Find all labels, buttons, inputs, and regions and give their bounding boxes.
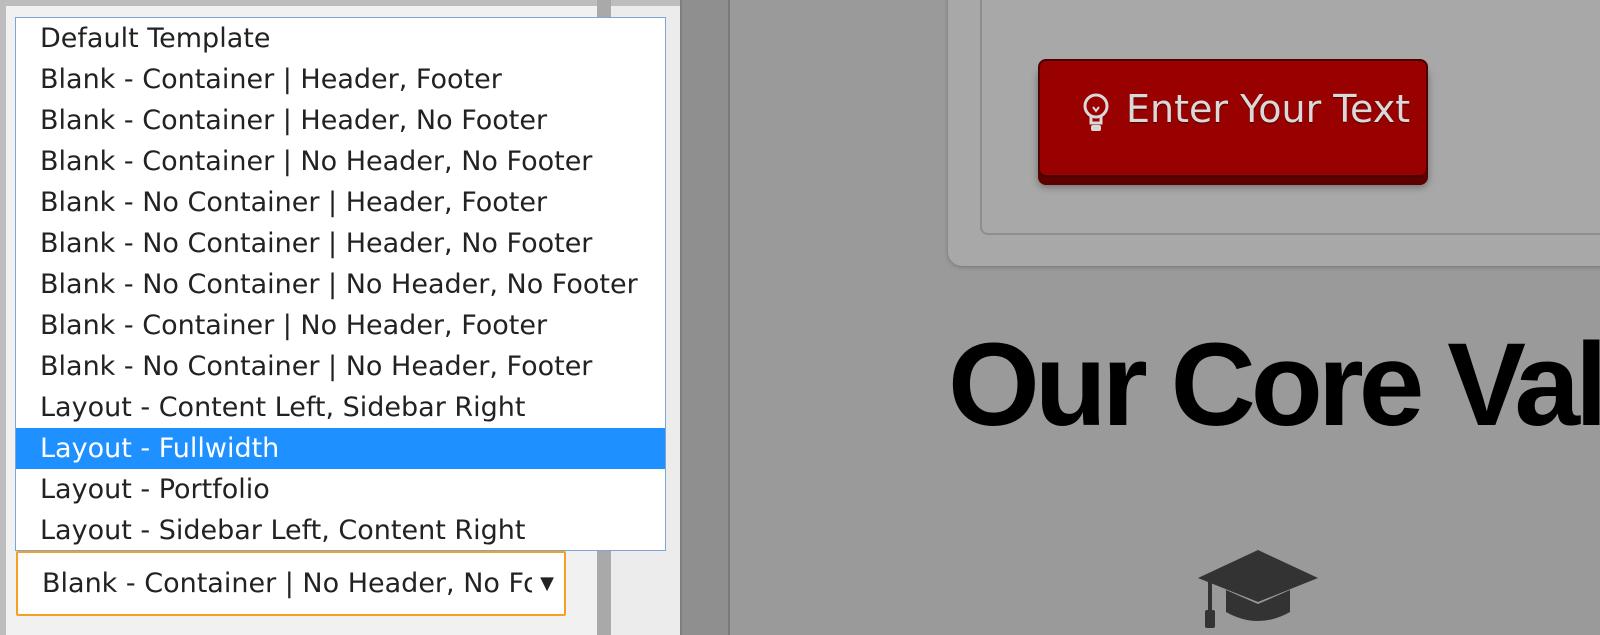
template-option[interactable]: Blank - Container | Header, No Footer xyxy=(16,100,665,141)
triangle-down-icon[interactable]: ▼ xyxy=(540,553,554,614)
template-option[interactable]: Layout - Sidebar Left, Content Right xyxy=(16,510,665,550)
template-option[interactable]: Blank - No Container | No Header, No Foo… xyxy=(16,264,665,305)
template-option[interactable]: Blank - No Container | Header, Footer xyxy=(16,182,665,223)
template-select[interactable]: Blank - Container | No Header, No Footer… xyxy=(16,551,566,616)
template-option[interactable]: Layout - Content Left, Sidebar Right xyxy=(16,387,665,428)
template-option-highlighted[interactable]: Layout - Fullwidth xyxy=(16,428,665,469)
panel-gutter-line xyxy=(728,0,730,635)
graduation-cap-icon xyxy=(1198,550,1318,628)
template-dropdown-list[interactable]: Default Template Blank - Container | Hea… xyxy=(15,17,666,551)
enter-text-button[interactable]: Enter Your Text xyxy=(1038,59,1428,177)
template-option[interactable]: Blank - No Container | No Header, Footer xyxy=(16,346,665,387)
template-select-value: Blank - Container | No Header, No Footer xyxy=(42,568,532,599)
template-option[interactable]: Default Template xyxy=(16,18,665,59)
template-option[interactable]: Blank - Container | No Header, Footer xyxy=(16,305,665,346)
panel-gutter xyxy=(682,0,730,635)
template-option[interactable]: Blank - Container | No Header, No Footer xyxy=(16,141,665,182)
template-option[interactable]: Layout - Portfolio xyxy=(16,469,665,510)
section-heading: Our Core Valu xyxy=(948,319,1600,451)
enter-text-button-label: Enter Your Text xyxy=(1126,87,1411,131)
template-option[interactable]: Blank - Container | Header, Footer xyxy=(16,59,665,100)
lightbulb-icon xyxy=(1083,93,1109,131)
template-option[interactable]: Blank - No Container | Header, No Footer xyxy=(16,223,665,264)
